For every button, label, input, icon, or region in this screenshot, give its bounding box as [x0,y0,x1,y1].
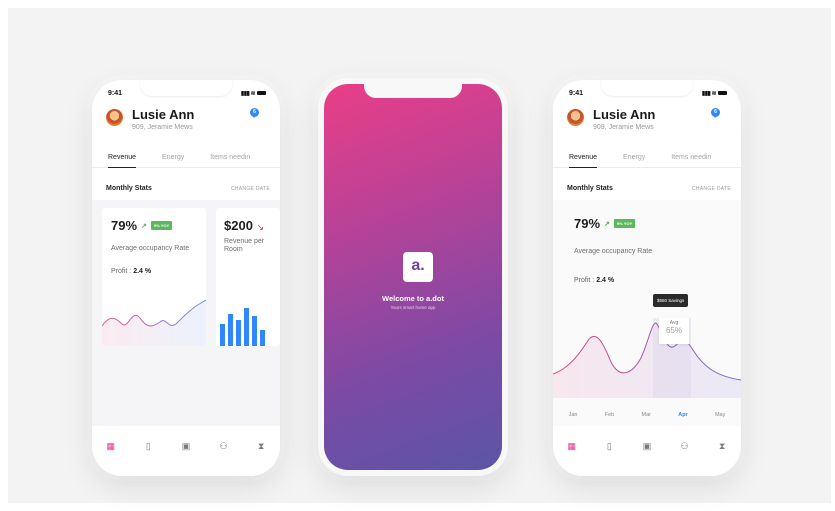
tab-energy[interactable]: Energy [162,146,184,167]
trend-down-icon: ↘ [256,222,265,232]
month-may[interactable]: May [715,412,725,418]
revenue-label: Revenue per Room [224,238,265,253]
occupancy-value: 79% [111,218,138,233]
profit-value: 2.4 % [596,277,615,284]
bell-icon[interactable]: ♢6 [250,108,260,120]
occupancy-area-chart [553,318,741,398]
status-time: 9:41 [108,89,123,97]
status-bar: 9:41 ▮▮▮ ≋ [569,88,727,98]
month-mar[interactable]: Mar [641,412,650,418]
profit-row: Profit : 2.4 % [574,277,614,284]
occupancy-value-row: 79% ↗ 9% YOY [574,216,636,231]
avatar[interactable] [567,109,584,126]
bar [236,320,241,346]
month-axis: Jan Feb Mar Apr May [553,412,741,418]
change-date-link[interactable]: CHANGE DATE [231,186,270,192]
revenue-bar-chart [220,308,265,346]
profit-label: Profit : [574,277,595,284]
profile-header: Lusie Ann 909, Jeramie Mews ♢6 [567,107,727,137]
occupancy-card[interactable]: 79% ↗ 9% YOY Average occupancy Rate Prof… [102,208,206,346]
splash-screen: a. Welcome to a.dot Yours smart home app [324,78,502,470]
section-title: Monthly Stats [106,185,152,192]
book-icon[interactable]: ▯ [602,440,616,452]
users-icon[interactable]: ⚇ [678,440,692,452]
bar [252,316,257,346]
revenue-value: $200 [224,218,253,233]
bottom-nav: ▦ ▯ ▣ ⚇ ⧗ [553,426,741,476]
tab-items-needing[interactable]: Items needin [671,146,711,167]
yoy-badge: 9% YOY [150,221,173,230]
bottom-nav: ▦ ▯ ▣ ⚇ ⧗ [92,426,280,476]
system-icons: ▮▮▮ ≋ [702,90,727,97]
user-name: Lusie Ann [593,107,656,122]
battery-icon [718,91,727,95]
dashboard-icon[interactable]: ▦ [565,440,579,452]
change-date-link[interactable]: CHANGE DATE [692,186,731,192]
user-name: Lusie Ann [132,107,195,122]
average-value: 65% [665,326,682,335]
welcome-tagline: Yours smart home app [390,305,436,310]
profile-header: Lusie Ann 909, Jeramie Mews ♢6 [106,107,266,137]
tab-items-needing[interactable]: Items needin [210,146,250,167]
dashboard-icon[interactable]: ▦ [104,440,118,452]
bar [228,314,233,346]
status-time: 9:41 [569,89,584,97]
month-apr[interactable]: Apr [678,412,687,418]
profit-value: 2.4 % [133,268,152,275]
phone-dashboard-left: 9:41 ▮▮▮ ≋ Lusie Ann 909, Jeramie Mews ♢… [92,80,280,476]
notification-badge: 6 [711,108,720,117]
revenue-card[interactable]: $200 ↘ Revenue per Room [216,208,280,346]
yoy-badge: 9% YOY [613,219,636,228]
tab-revenue[interactable]: Revenue [108,146,137,168]
month-feb[interactable]: Feb [605,412,614,418]
average-label: Avg [669,320,679,326]
bar [244,308,249,346]
user-address: 909, Jeramie Mews [132,124,193,131]
profit-label: Profit : [111,268,132,275]
month-jan[interactable]: Jan [569,412,578,418]
section-header: Monthly Stats CHANGE DATE [567,185,731,192]
bar [260,330,265,346]
book-icon[interactable]: ▯ [141,440,155,452]
bell-icon[interactable]: ♢6 [711,108,721,120]
profit-row: Profit : 2.4 % [111,268,151,275]
status-bar: 9:41 ▮▮▮ ≋ [108,88,266,98]
trend-up-icon: ↗ [141,222,147,230]
briefcase-icon[interactable]: ▣ [640,440,654,452]
average-marker: Avg 65% [659,318,689,344]
welcome-title: Welcome to a.dot [382,294,444,303]
phone-dashboard-right: 9:41 ▮▮▮ ≋ Lusie Ann 909, Jeramie Mews ♢… [553,80,741,476]
phone-splash: a. Welcome to a.dot Yours smart home app [318,78,508,476]
occupancy-value: 79% [574,216,601,231]
app-logo: a. [403,252,433,282]
trend-up-icon: ↗ [604,220,610,228]
hourglass-icon[interactable]: ⧗ [254,440,268,452]
notification-badge: 6 [250,108,259,117]
sparkline-chart [102,299,206,346]
users-icon[interactable]: ⚇ [217,440,231,452]
bar [220,324,225,346]
avatar[interactable] [106,109,123,126]
hourglass-icon[interactable]: ⧗ [715,440,729,452]
occupancy-value-row: 79% ↗ 9% YOY [111,218,173,233]
section-header: Monthly Stats CHANGE DATE [106,185,270,192]
tab-bar: Revenue Energy Items needin [92,146,280,168]
briefcase-icon[interactable]: ▣ [179,440,193,452]
savings-tooltip: $550 Savings [653,294,689,307]
tab-bar: Revenue Energy Items needin [553,146,741,168]
battery-icon [257,91,266,95]
revenue-value-row: $200 ↘ [224,218,264,233]
occupancy-label: Average occupancy Rate [111,245,190,252]
phone-notch [364,78,462,98]
section-title: Monthly Stats [567,185,613,192]
tab-energy[interactable]: Energy [623,146,645,167]
showcase-background: 9:41 ▮▮▮ ≋ Lusie Ann 909, Jeramie Mews ♢… [8,8,831,503]
stats-area: 79% ↗ 9% YOY Average occupancy Rate Prof… [92,200,280,426]
user-address: 909, Jeramie Mews [593,124,654,131]
system-icons: ▮▮▮ ≋ [241,90,266,97]
tab-revenue[interactable]: Revenue [569,146,598,168]
occupancy-label: Average occupancy Rate [574,248,653,255]
